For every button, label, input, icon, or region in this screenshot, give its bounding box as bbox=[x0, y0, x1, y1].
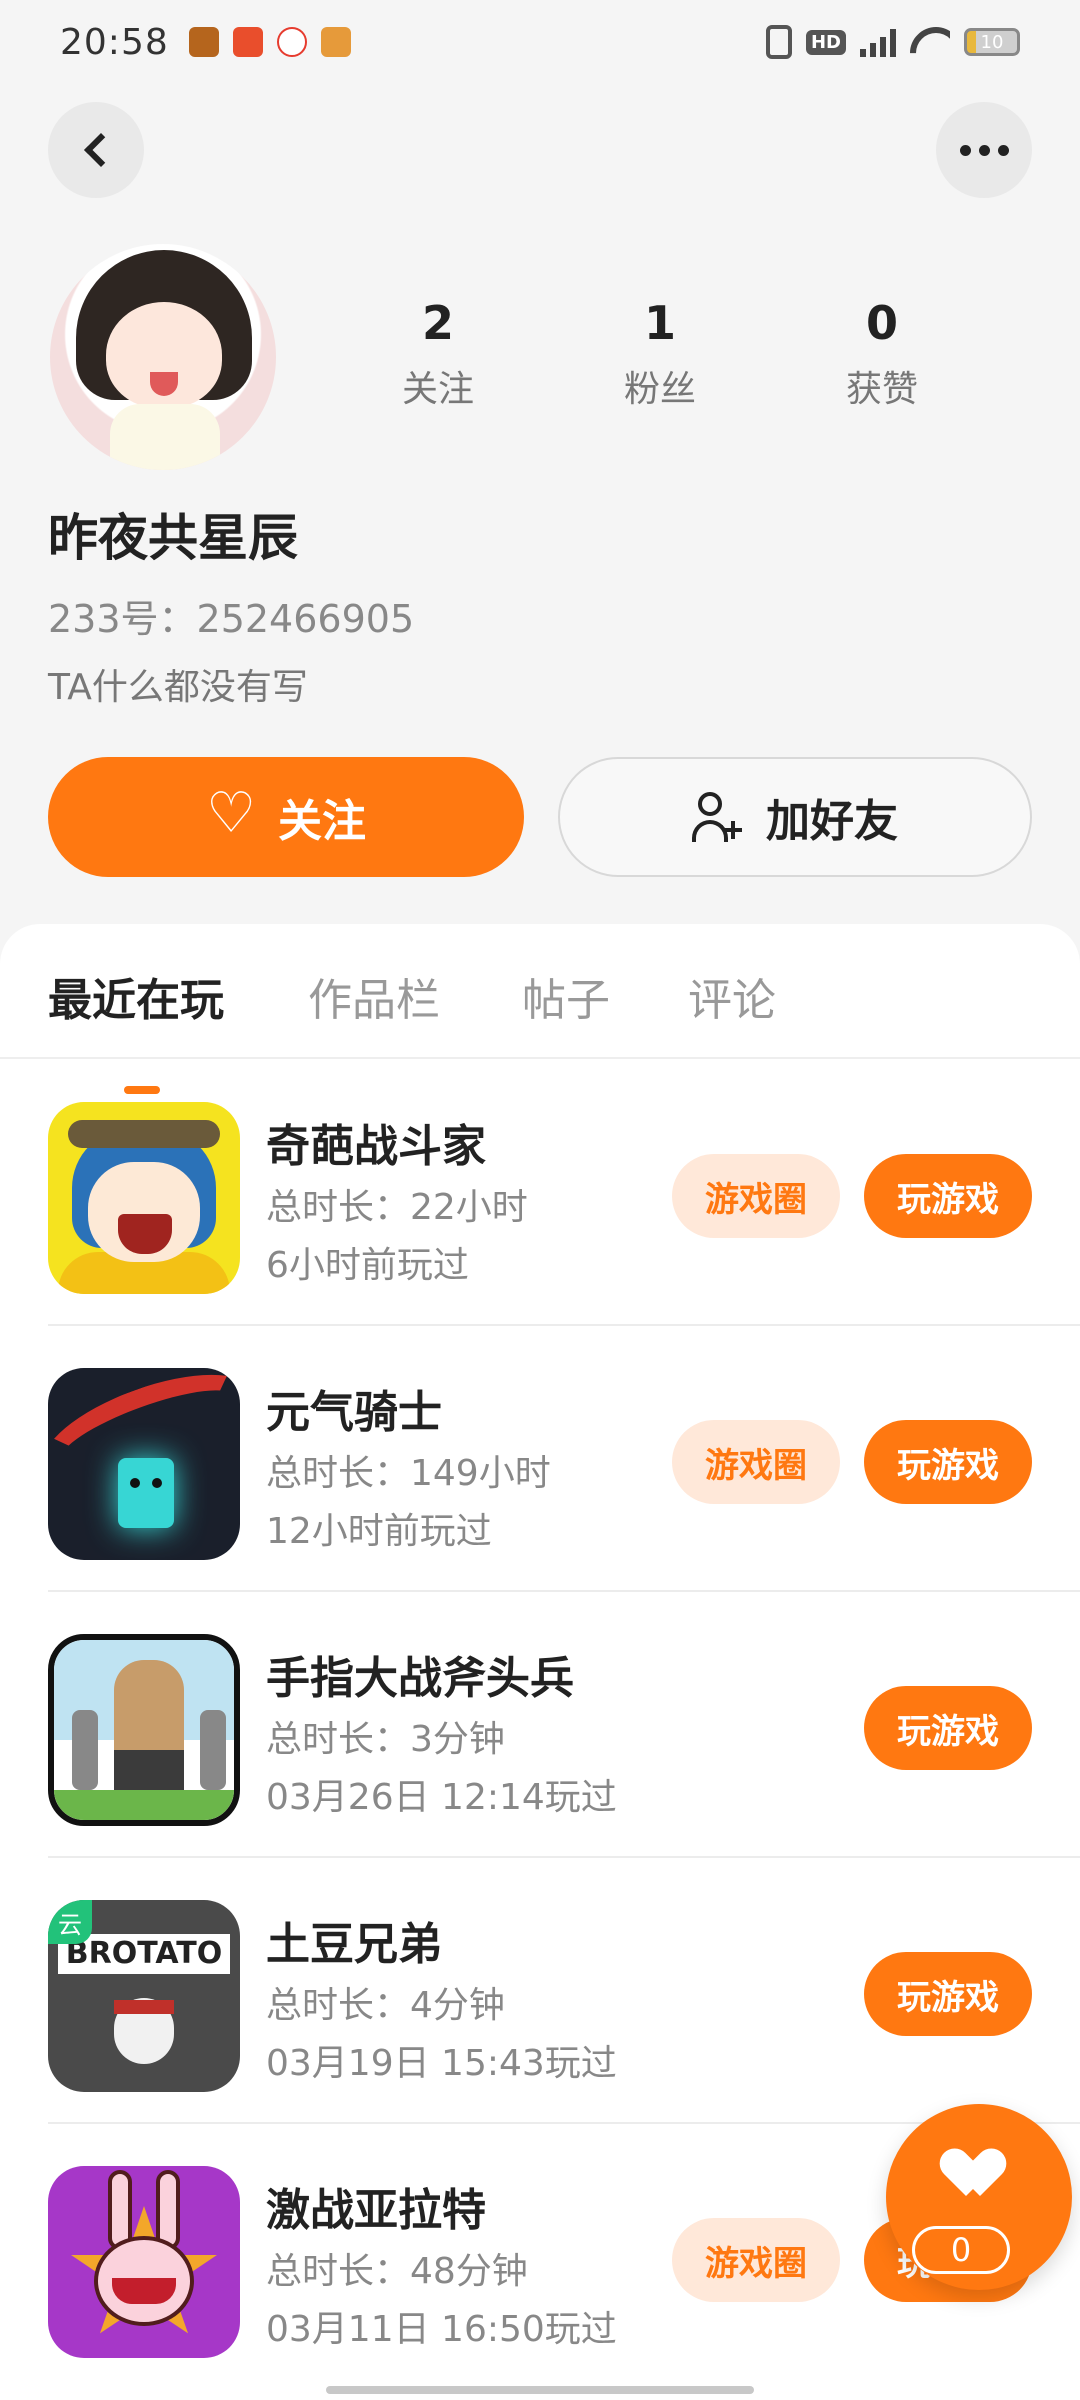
game-duration: 总时长：48分钟 bbox=[266, 2251, 528, 2292]
avatar[interactable] bbox=[50, 244, 276, 470]
game-icon[interactable]: BROTATO 云 bbox=[48, 1900, 240, 2092]
profile-tabs: 最近在玩 作品栏 帖子 评论 bbox=[0, 964, 1080, 1094]
stat-number: 0 bbox=[865, 296, 898, 350]
divider bbox=[0, 1057, 1080, 1059]
chevron-left-icon bbox=[84, 133, 118, 167]
game-duration: 总时长：4分钟 bbox=[266, 1985, 505, 2026]
notification-icons bbox=[188, 27, 351, 57]
battery-icon: 10 bbox=[964, 28, 1020, 56]
stat-fans[interactable]: 1 粉丝 bbox=[580, 296, 740, 412]
game-icon[interactable] bbox=[48, 1102, 240, 1294]
follow-button[interactable]: 关注 bbox=[48, 757, 524, 877]
like-fab-button[interactable]: 0 bbox=[886, 2104, 1072, 2290]
system-status-icons: HD 10 bbox=[765, 25, 1020, 59]
stat-following[interactable]: 2 关注 bbox=[358, 296, 518, 412]
heart-icon bbox=[952, 2150, 1008, 2200]
profile-nickname: 昨夜共星辰 bbox=[48, 509, 298, 567]
game-icon[interactable] bbox=[48, 1368, 240, 1560]
record-icon bbox=[276, 27, 307, 57]
follow-button-label: 关注 bbox=[278, 796, 366, 847]
game-name: 奇葩战斗家 bbox=[266, 1121, 486, 1172]
game-duration: 总时长：149小时 bbox=[266, 1453, 551, 1494]
game-last-played: 03月11日 16:50玩过 bbox=[266, 2309, 617, 2350]
game-last-played: 03月19日 15:43玩过 bbox=[266, 2043, 617, 2084]
back-button[interactable] bbox=[48, 102, 144, 198]
game-circle-button[interactable]: 游戏圈 bbox=[672, 2218, 840, 2302]
game-row[interactable]: 奇葩战斗家 总时长：22小时 6小时前玩过 游戏圈 玩游戏 bbox=[0, 1060, 1080, 1326]
game-icon[interactable] bbox=[48, 1634, 240, 1826]
game-notification-icon bbox=[188, 27, 219, 57]
stat-label: 关注 bbox=[401, 369, 474, 410]
play-game-button[interactable]: 玩游戏 bbox=[864, 1420, 1032, 1504]
more-button[interactable] bbox=[936, 102, 1032, 198]
wifi-icon bbox=[910, 27, 950, 57]
game-row[interactable]: 元气骑士 总时长：149小时 12小时前玩过 游戏圈 玩游戏 bbox=[0, 1326, 1080, 1592]
play-game-button[interactable]: 玩游戏 bbox=[864, 1952, 1032, 2036]
stat-label: 粉丝 bbox=[623, 369, 696, 410]
heart-plus-icon bbox=[206, 781, 256, 846]
stat-number: 1 bbox=[643, 296, 676, 350]
status-bar: 20:58 HD 10 bbox=[0, 0, 1080, 84]
hd-icon: HD bbox=[805, 29, 846, 55]
play-game-button[interactable]: 玩游戏 bbox=[864, 1154, 1032, 1238]
vibrate-icon bbox=[765, 25, 792, 59]
person-plus-icon bbox=[692, 792, 742, 842]
home-indicator[interactable] bbox=[326, 2386, 754, 2394]
stat-number: 2 bbox=[421, 296, 454, 350]
game-name: 土豆兄弟 bbox=[266, 1919, 442, 1970]
game-last-played: 12小时前玩过 bbox=[266, 1511, 492, 1552]
game-last-played: 6小时前玩过 bbox=[266, 1245, 469, 1286]
taobao-icon bbox=[320, 27, 351, 57]
cloud-game-badge: 云 bbox=[48, 1900, 92, 1944]
add-friend-button[interactable]: 加好友 bbox=[558, 757, 1032, 877]
listen-app-icon bbox=[232, 27, 263, 57]
game-circle-button[interactable]: 游戏圈 bbox=[672, 1420, 840, 1504]
tab-posts[interactable]: 帖子 bbox=[522, 964, 610, 1028]
game-name: 激战亚拉特 bbox=[266, 2185, 486, 2236]
game-last-played: 03月26日 12:14玩过 bbox=[266, 1777, 617, 1818]
play-game-button[interactable]: 玩游戏 bbox=[864, 1686, 1032, 1770]
tab-recent-play[interactable]: 最近在玩 bbox=[48, 964, 224, 1028]
status-time: 20:58 bbox=[60, 21, 169, 63]
game-circle-button[interactable]: 游戏圈 bbox=[672, 1154, 840, 1238]
profile-uid: 233号：252466905 bbox=[48, 597, 415, 641]
add-friend-label: 加好友 bbox=[766, 796, 898, 847]
game-icon[interactable] bbox=[48, 2166, 240, 2358]
signal-icon bbox=[860, 27, 896, 57]
game-row[interactable]: BROTATO 云 土豆兄弟 总时长：4分钟 03月19日 15:43玩过 玩游… bbox=[0, 1858, 1080, 2124]
game-duration: 总时长：3分钟 bbox=[266, 1719, 505, 1760]
game-name: 手指大战斧头兵 bbox=[266, 1653, 574, 1704]
game-name: 元气骑士 bbox=[266, 1387, 442, 1438]
more-dots-icon bbox=[959, 144, 1009, 156]
stat-label: 获赞 bbox=[845, 369, 918, 410]
like-count: 0 bbox=[912, 2226, 1010, 2274]
game-row[interactable]: 手指大战斧头兵 总时长：3分钟 03月26日 12:14玩过 玩游戏 bbox=[0, 1592, 1080, 1858]
game-duration: 总时长：22小时 bbox=[266, 1187, 528, 1228]
stat-likes[interactable]: 0 获赞 bbox=[802, 296, 962, 412]
profile-bio: TA什么都没有写 bbox=[48, 667, 308, 708]
tab-works[interactable]: 作品栏 bbox=[308, 964, 440, 1028]
tab-comments[interactable]: 评论 bbox=[688, 964, 776, 1028]
